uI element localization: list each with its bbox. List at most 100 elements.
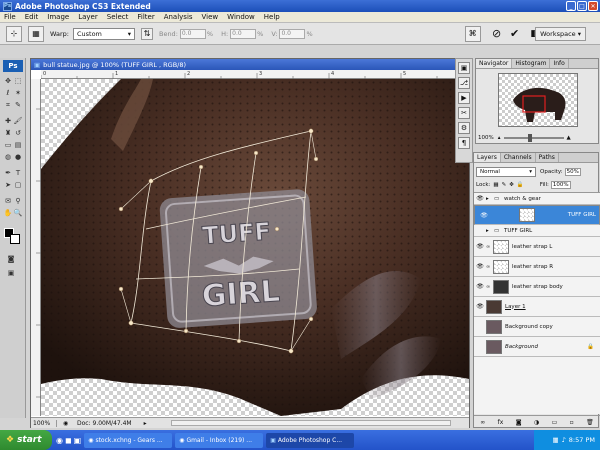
close-button[interactable]: ✕ (588, 1, 598, 11)
warp-handle[interactable] (118, 286, 124, 292)
character-dock-icon[interactable]: ¶ (458, 137, 470, 149)
clone-source-dock-icon[interactable]: ⚙ (458, 122, 470, 134)
lock-position-icon[interactable]: ✥ (509, 182, 514, 188)
menu-analysis[interactable]: Analysis (164, 13, 193, 21)
workspace-button[interactable]: Workspace ▾ (535, 27, 586, 41)
eraser-tool-icon[interactable]: ▭ (3, 140, 13, 150)
trash-icon[interactable]: 🗑 (586, 419, 594, 426)
menu-image[interactable]: Image (47, 13, 69, 21)
warp-handle[interactable] (274, 226, 280, 232)
blend-mode-select[interactable]: Normal ▾ (476, 166, 536, 177)
quick-launch-icon[interactable]: ◉ (56, 436, 63, 445)
magic-wand-tool-icon[interactable]: ✶ (13, 88, 23, 98)
quick-mask-icon[interactable]: ◙ (6, 254, 16, 264)
volume-icon[interactable]: ♪ (562, 436, 566, 444)
new-group-icon[interactable]: ▭ (552, 419, 558, 426)
warp-handle[interactable] (183, 328, 189, 334)
tab-info[interactable]: Info (550, 59, 569, 68)
shape-tool-icon[interactable]: ▢ (13, 180, 23, 190)
zoom-tool-icon[interactable]: 🔍 (13, 208, 23, 218)
warp-handle[interactable] (288, 348, 294, 354)
layer-row[interactable]: ▸ ▭ TUFF GIRL (474, 225, 600, 237)
slider-thumb[interactable] (527, 134, 532, 142)
path-selection-tool-icon[interactable]: ➤ (3, 180, 13, 190)
tools-dock-icon[interactable]: ✂ (458, 107, 470, 119)
warp-orientation-icon[interactable]: ⇅ (140, 27, 153, 40)
type-tool-icon[interactable]: T (13, 168, 23, 178)
zoom-in-icon[interactable]: ▲ (567, 135, 571, 141)
v-field[interactable]: 0.0 (279, 28, 306, 39)
commit-transform-icon[interactable]: ✔ (507, 26, 523, 42)
menu-help[interactable]: Help (264, 13, 280, 21)
quick-launch-icon[interactable]: ▣ (74, 436, 82, 445)
navigator-zoom[interactable]: 100% (478, 135, 494, 141)
eye-icon[interactable]: 👁 (474, 263, 486, 270)
layer-row[interactable]: Background copy (474, 317, 600, 337)
eye-icon[interactable]: 👁 (474, 283, 486, 290)
layer-mask-icon[interactable]: ◙ (516, 419, 522, 426)
tab-layers[interactable]: Layers (474, 153, 501, 162)
eye-icon[interactable]: 👁 (474, 243, 486, 250)
history-dock-icon[interactable]: ⎇ (458, 77, 470, 89)
warp-handle[interactable] (148, 178, 154, 184)
toggle-warp-icon[interactable]: ⌘ (464, 25, 481, 42)
menu-file[interactable]: File (4, 13, 16, 21)
new-layer-icon[interactable]: ▫ (570, 419, 574, 426)
lock-all-icon[interactable]: 🔒 (517, 182, 524, 188)
lasso-tool-icon[interactable]: ℓ (3, 88, 13, 98)
pen-tool-icon[interactable]: ✒ (3, 168, 13, 178)
slice-tool-icon[interactable]: ✎ (13, 100, 23, 110)
vertical-ruler[interactable] (31, 79, 41, 416)
eye-icon[interactable]: 👁 (474, 195, 486, 202)
tab-histogram[interactable]: Histogram (512, 59, 551, 68)
navigator-zoom-slider[interactable] (503, 134, 564, 142)
gradient-tool-icon[interactable]: ▤ (13, 140, 23, 150)
taskbar-item[interactable]: ◉ Gmail - Inbox (219) ... (175, 432, 264, 448)
warp-handle[interactable] (308, 128, 314, 134)
horizontal-scrollbar[interactable] (171, 420, 451, 426)
warp-handle[interactable] (253, 150, 259, 156)
zoom-level[interactable]: 100% (31, 419, 57, 427)
layer-style-icon[interactable]: fx (498, 419, 504, 426)
eye-icon[interactable]: 👁 (478, 212, 490, 219)
hand-tool-icon[interactable]: ✋ (3, 208, 13, 218)
lock-pixels-icon[interactable]: ✎ (502, 182, 507, 188)
horizontal-ruler[interactable]: 0 1 2 3 4 5 (40, 70, 469, 79)
warp-handle[interactable] (308, 316, 314, 322)
eyedropper-tool-icon[interactable]: ⚲ (13, 196, 23, 206)
layer-row[interactable]: 👁 ▸ ▭ watch & gear (474, 193, 600, 205)
navigator-thumbnail[interactable] (498, 73, 578, 127)
minimize-button[interactable]: _ (566, 1, 576, 11)
clone-stamp-tool-icon[interactable]: ♜ (3, 128, 13, 138)
reference-point-icon[interactable]: ▦ (28, 25, 44, 42)
layer-row[interactable]: 👁 ∞ leather strap body (474, 277, 600, 297)
status-menu-icon[interactable]: ◉ (63, 420, 73, 427)
opacity-field[interactable]: 50% (564, 167, 581, 176)
bend-field[interactable]: 0.0 (179, 28, 206, 39)
menu-edit[interactable]: Edit (25, 13, 39, 21)
cancel-transform-icon[interactable]: ⊘ (489, 26, 505, 42)
transform-tool-icon[interactable]: ⊹ (6, 25, 22, 42)
link-layers-icon[interactable]: ∞ (480, 419, 485, 426)
h-field[interactable]: 0.0 (230, 28, 257, 39)
menu-select[interactable]: Select (107, 13, 129, 21)
status-arrow-icon[interactable]: ▸ (144, 420, 147, 427)
maximize-button[interactable]: □ (577, 1, 587, 11)
healing-brush-tool-icon[interactable]: ✚ (3, 116, 13, 126)
layer-row[interactable]: 👁 Layer 1 (474, 297, 600, 317)
actions-dock-icon[interactable]: ▶ (458, 92, 470, 104)
taskbar-item-active[interactable]: ▣ Adobe Photoshop C... (266, 432, 355, 448)
layer-row[interactable]: Background 🔒 (474, 337, 600, 357)
warp-handle[interactable] (128, 320, 134, 326)
layer-row[interactable]: 👁 ∞ leather strap R (474, 257, 600, 277)
expand-triangle-icon[interactable]: ▸ (486, 196, 494, 202)
blur-tool-icon[interactable]: ◍ (3, 152, 13, 162)
history-brush-tool-icon[interactable]: ↺ (13, 128, 23, 138)
start-button[interactable]: ❖ start (0, 430, 52, 450)
layer-row[interactable]: 👁 ∞ leather strap L (474, 237, 600, 257)
layer-row-selected[interactable]: 👁 TUFF GIRL (474, 205, 600, 225)
brush-tool-icon[interactable]: 🖌 (13, 116, 23, 126)
menu-filter[interactable]: Filter (137, 13, 154, 21)
taskbar-item[interactable]: ◉ stock.xchng - Gears ... (84, 432, 173, 448)
warp-handle[interactable] (118, 206, 124, 212)
